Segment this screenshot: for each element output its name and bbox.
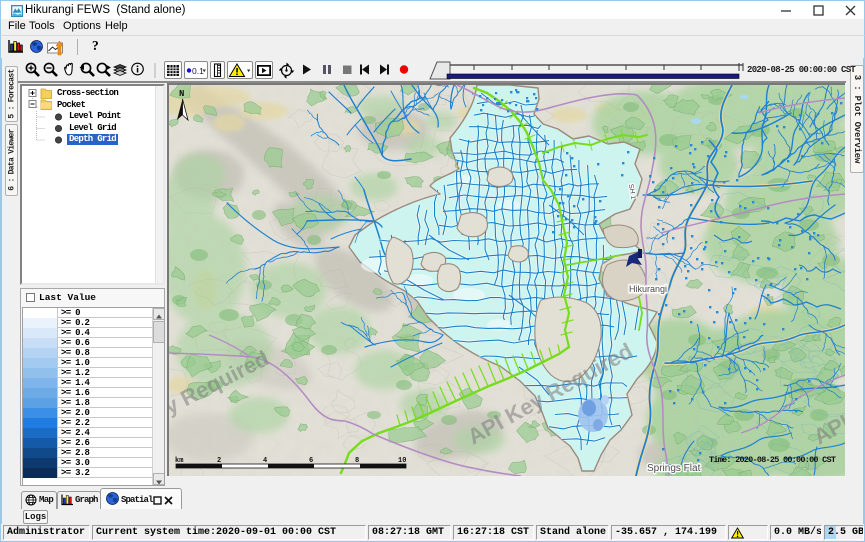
svg-text:N: N (179, 89, 184, 99)
svg-text:Time: 2020-08-25 00:00:00 CST: Time: 2020-08-25 00:00:00 CST (709, 455, 836, 465)
svg-text:0.1: 0.1 (192, 66, 204, 76)
svg-text:Hikurangi: Hikurangi (629, 284, 667, 294)
svg-text:Springs Flat: Springs Flat (647, 463, 701, 474)
